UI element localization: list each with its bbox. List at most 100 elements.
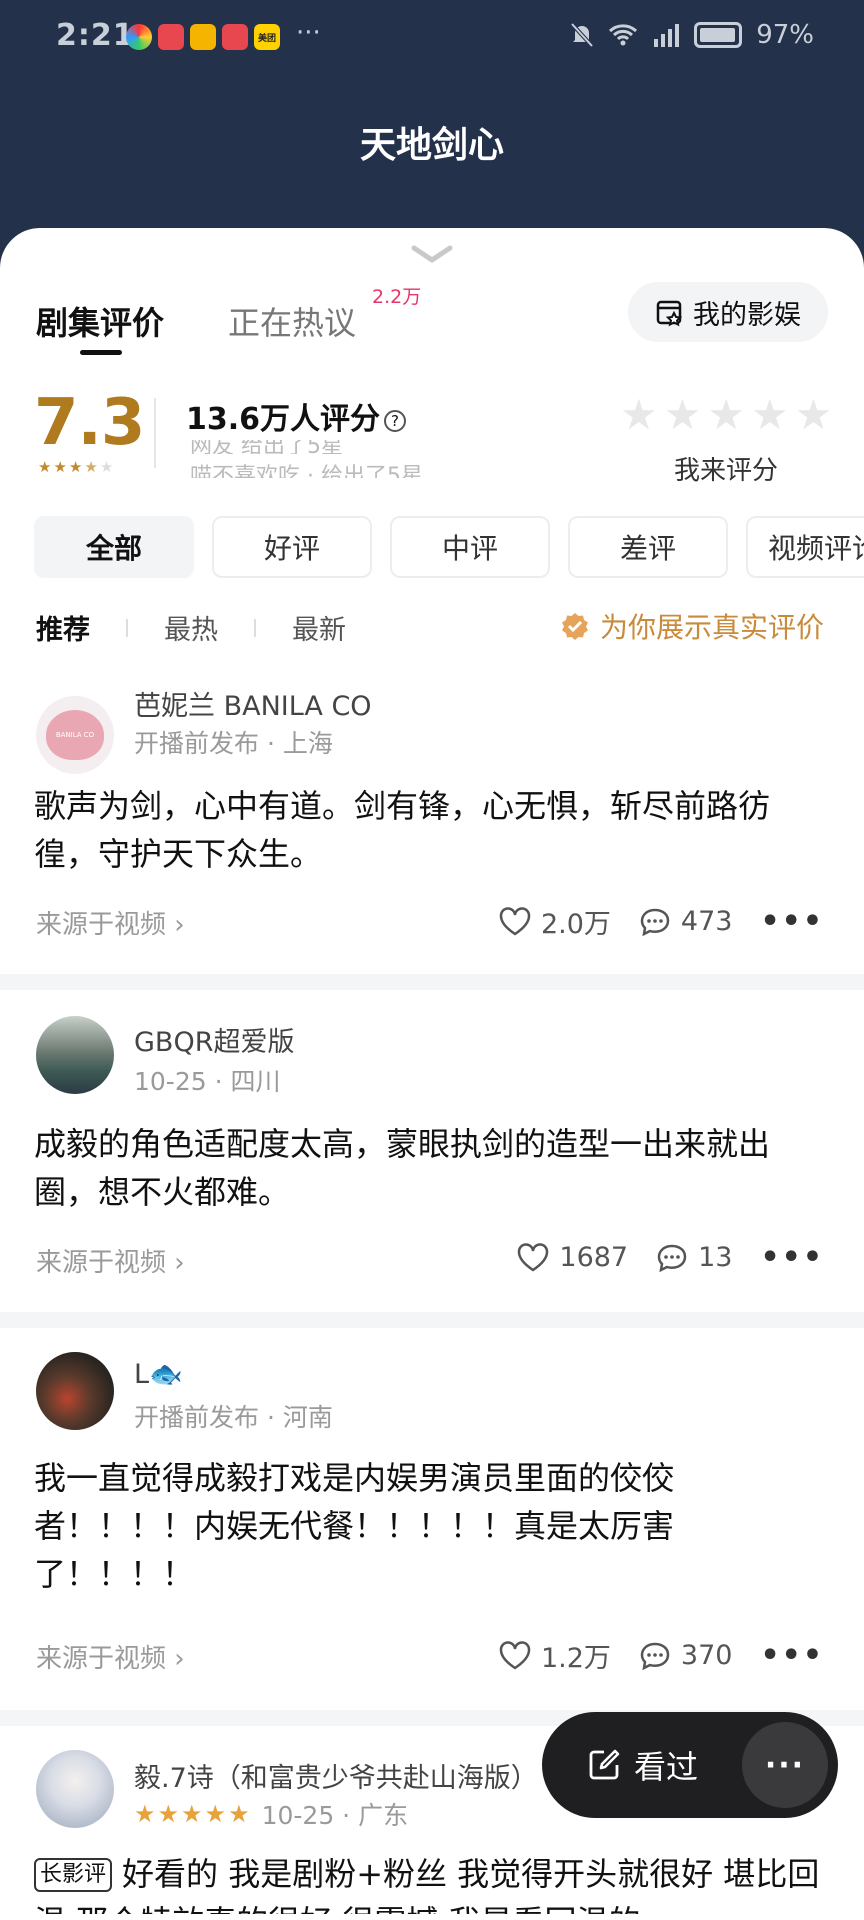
rate-star-3-icon[interactable]: ★	[707, 390, 745, 439]
like-button[interactable]: 1.2万	[499, 1636, 611, 1675]
comment-username[interactable]: 毅.7诗（和富贵少爷共赴山海版）	[134, 1756, 538, 1795]
like-button[interactable]: 1687	[517, 1242, 628, 1273]
heart-icon	[499, 906, 531, 936]
source-link[interactable]: 来源于视频 ›	[36, 1242, 185, 1279]
avatar[interactable]: BANILA CO	[36, 696, 114, 774]
sort-separator	[254, 618, 256, 637]
reply-count: 370	[680, 1640, 733, 1671]
avatar[interactable]	[36, 1750, 114, 1828]
heart-icon	[499, 1640, 531, 1670]
rate-star-4-icon[interactable]: ★	[751, 390, 789, 439]
avatar[interactable]	[36, 1352, 114, 1430]
more-options-icon[interactable]: •••	[760, 1638, 824, 1673]
comment-text: 歌声为剑，心中有道。剑有锋，心无惧，斩尽前路彷徨，守护天下众生。	[34, 787, 771, 873]
active-tab-indicator	[80, 350, 122, 355]
like-button[interactable]: 2.0万	[499, 902, 611, 941]
system-status: 97%	[570, 20, 814, 50]
filter-positive[interactable]: 好评	[212, 516, 372, 578]
comment-actions: 1.2万 370 •••	[499, 1636, 824, 1675]
page-title: 天地剑心	[359, 125, 504, 166]
sort-bar: 推荐 最热 最新	[36, 608, 346, 647]
wifi-icon	[609, 24, 638, 46]
reply-count: 473	[680, 906, 733, 937]
real-reviews-label: 为你展示真实评价	[600, 611, 825, 644]
comment-text: 成毅的角色适配度太高，蒙眼执剑的造型一出来就出圈，想不火都难。	[34, 1125, 771, 1211]
battery-icon	[694, 22, 743, 48]
notification-icons: 美团	[126, 24, 280, 50]
comment-bubble-icon	[640, 1642, 670, 1670]
collapse-chevron-icon[interactable]	[410, 244, 454, 266]
raters-count-row[interactable]: 13.6万人评分?	[186, 394, 407, 438]
comment-bubble-icon	[640, 908, 670, 936]
heart-icon	[518, 1242, 549, 1272]
info-icon[interactable]: ?	[384, 409, 407, 432]
comment-meta: 10-25 · 四川	[134, 1067, 281, 1096]
source-link[interactable]: 来源于视频 ›	[36, 904, 185, 941]
filter-video-reviews[interactable]: 视频评论	[746, 516, 864, 578]
filter-negative[interactable]: 差评	[568, 516, 728, 578]
star-icon: ★	[38, 458, 52, 476]
more-actions-button[interactable]: ···	[742, 1722, 828, 1808]
divider	[154, 398, 156, 468]
heart-logo-icon: BANILA CO	[46, 710, 104, 760]
more-notifications-icon: ···	[296, 18, 321, 48]
sort-separator	[126, 618, 128, 637]
comment-meta-row: ★★★★★ 10-25 · 广东	[134, 1796, 408, 1832]
half-star-icon: ★	[84, 458, 98, 476]
avatar[interactable]	[36, 1016, 114, 1094]
sort-newest[interactable]: 最新	[292, 608, 346, 647]
huawei-notify-icon-2	[222, 24, 248, 50]
film-star-icon	[656, 300, 683, 327]
rate-stars[interactable]: ★ ★ ★ ★ ★	[620, 390, 832, 439]
more-options-icon[interactable]: •••	[760, 1240, 824, 1275]
raters-count: 13.6万人评分	[186, 402, 381, 437]
watched-button[interactable]: 看过	[586, 1742, 698, 1788]
rate-star-5-icon[interactable]: ★	[795, 390, 833, 439]
tab-series-reviews[interactable]: 剧集评价	[36, 298, 164, 344]
rate-me-label[interactable]: 我来评分	[674, 450, 778, 487]
comment-meta: 10-25 · 广东	[261, 1801, 409, 1830]
review-sheet: 剧集评价 正在热议 2.2万 我的影娱 7.3 ★ ★ ★ ★ ★ 13.6万人评分? …	[0, 228, 864, 1920]
sort-recommend[interactable]: 推荐	[36, 608, 90, 647]
app-notify-icon	[126, 24, 152, 50]
source-link[interactable]: 来源于视频 ›	[36, 1638, 185, 1675]
tab-hot-discussion[interactable]: 正在热议	[228, 298, 356, 344]
rating-ticker-line: 网友 给出了5星	[190, 440, 343, 454]
comment-text-row: 长影评好看的 我是剧粉+粉丝 我觉得开头就很好 堪比回温 那个特效真的很好 很震…	[34, 1850, 824, 1914]
long-review-tag: 长影评	[34, 1858, 113, 1892]
clock: 2:21	[56, 18, 135, 53]
comment-text: 好看的 我是剧粉+粉丝 我觉得开头就很好 堪比回温 那个特效真的很好 很震撼 我…	[34, 1855, 820, 1914]
empty-star-icon: ★	[99, 458, 114, 476]
sort-hottest[interactable]: 最热	[164, 608, 218, 647]
comment-username[interactable]: 芭妮兰 BANILA CO	[134, 684, 372, 723]
my-entertainment-label: 我的影娱	[693, 299, 801, 331]
comment-actions: 2.0万 473 •••	[499, 902, 824, 941]
filter-neutral[interactable]: 中评	[390, 516, 550, 578]
reply-button[interactable]: 13	[656, 1242, 732, 1273]
verified-badge-icon	[562, 613, 588, 640]
star-icon: ★	[68, 458, 83, 476]
more-options-icon[interactable]: •••	[760, 904, 824, 939]
comment-meta: 开播前发布 · 上海	[134, 729, 333, 758]
reply-button[interactable]: 370	[639, 1640, 733, 1671]
signal-icon	[654, 24, 680, 47]
like-count: 2.0万	[540, 909, 611, 940]
my-entertainment-button[interactable]: 我的影娱	[628, 282, 828, 342]
rate-star-2-icon[interactable]: ★	[664, 390, 702, 439]
like-count: 1.2万	[540, 1643, 611, 1674]
rating-score: 7.3	[34, 386, 145, 460]
reply-button[interactable]: 473	[639, 906, 733, 937]
rate-star-1-icon[interactable]: ★	[620, 390, 658, 439]
comment-username[interactable]: L🐟	[134, 1358, 183, 1390]
comment-username[interactable]: GBQR超爱版	[134, 1020, 294, 1059]
battery-percent: 97%	[756, 20, 814, 50]
comment-actions: 1687 13 •••	[517, 1240, 824, 1275]
status-bar: 2:21 美团 ··· 97%	[0, 0, 864, 76]
comment-text: 我一直觉得成毅打戏是内娱男演员里面的佼佼者！！！！内娱无代餐！！！！！真是太厉害…	[34, 1459, 675, 1593]
meituan-notify-icon: 美团	[254, 24, 280, 50]
filter-all[interactable]: 全部	[34, 516, 194, 578]
rating-ticker-line-2: 喵不喜欢吃 · 给出了5星	[190, 464, 423, 478]
real-reviews-notice: 为你展示真实评价	[560, 606, 824, 646]
weibo-notify-icon	[190, 24, 216, 50]
floating-action-bar: 看过 ···	[542, 1712, 838, 1818]
